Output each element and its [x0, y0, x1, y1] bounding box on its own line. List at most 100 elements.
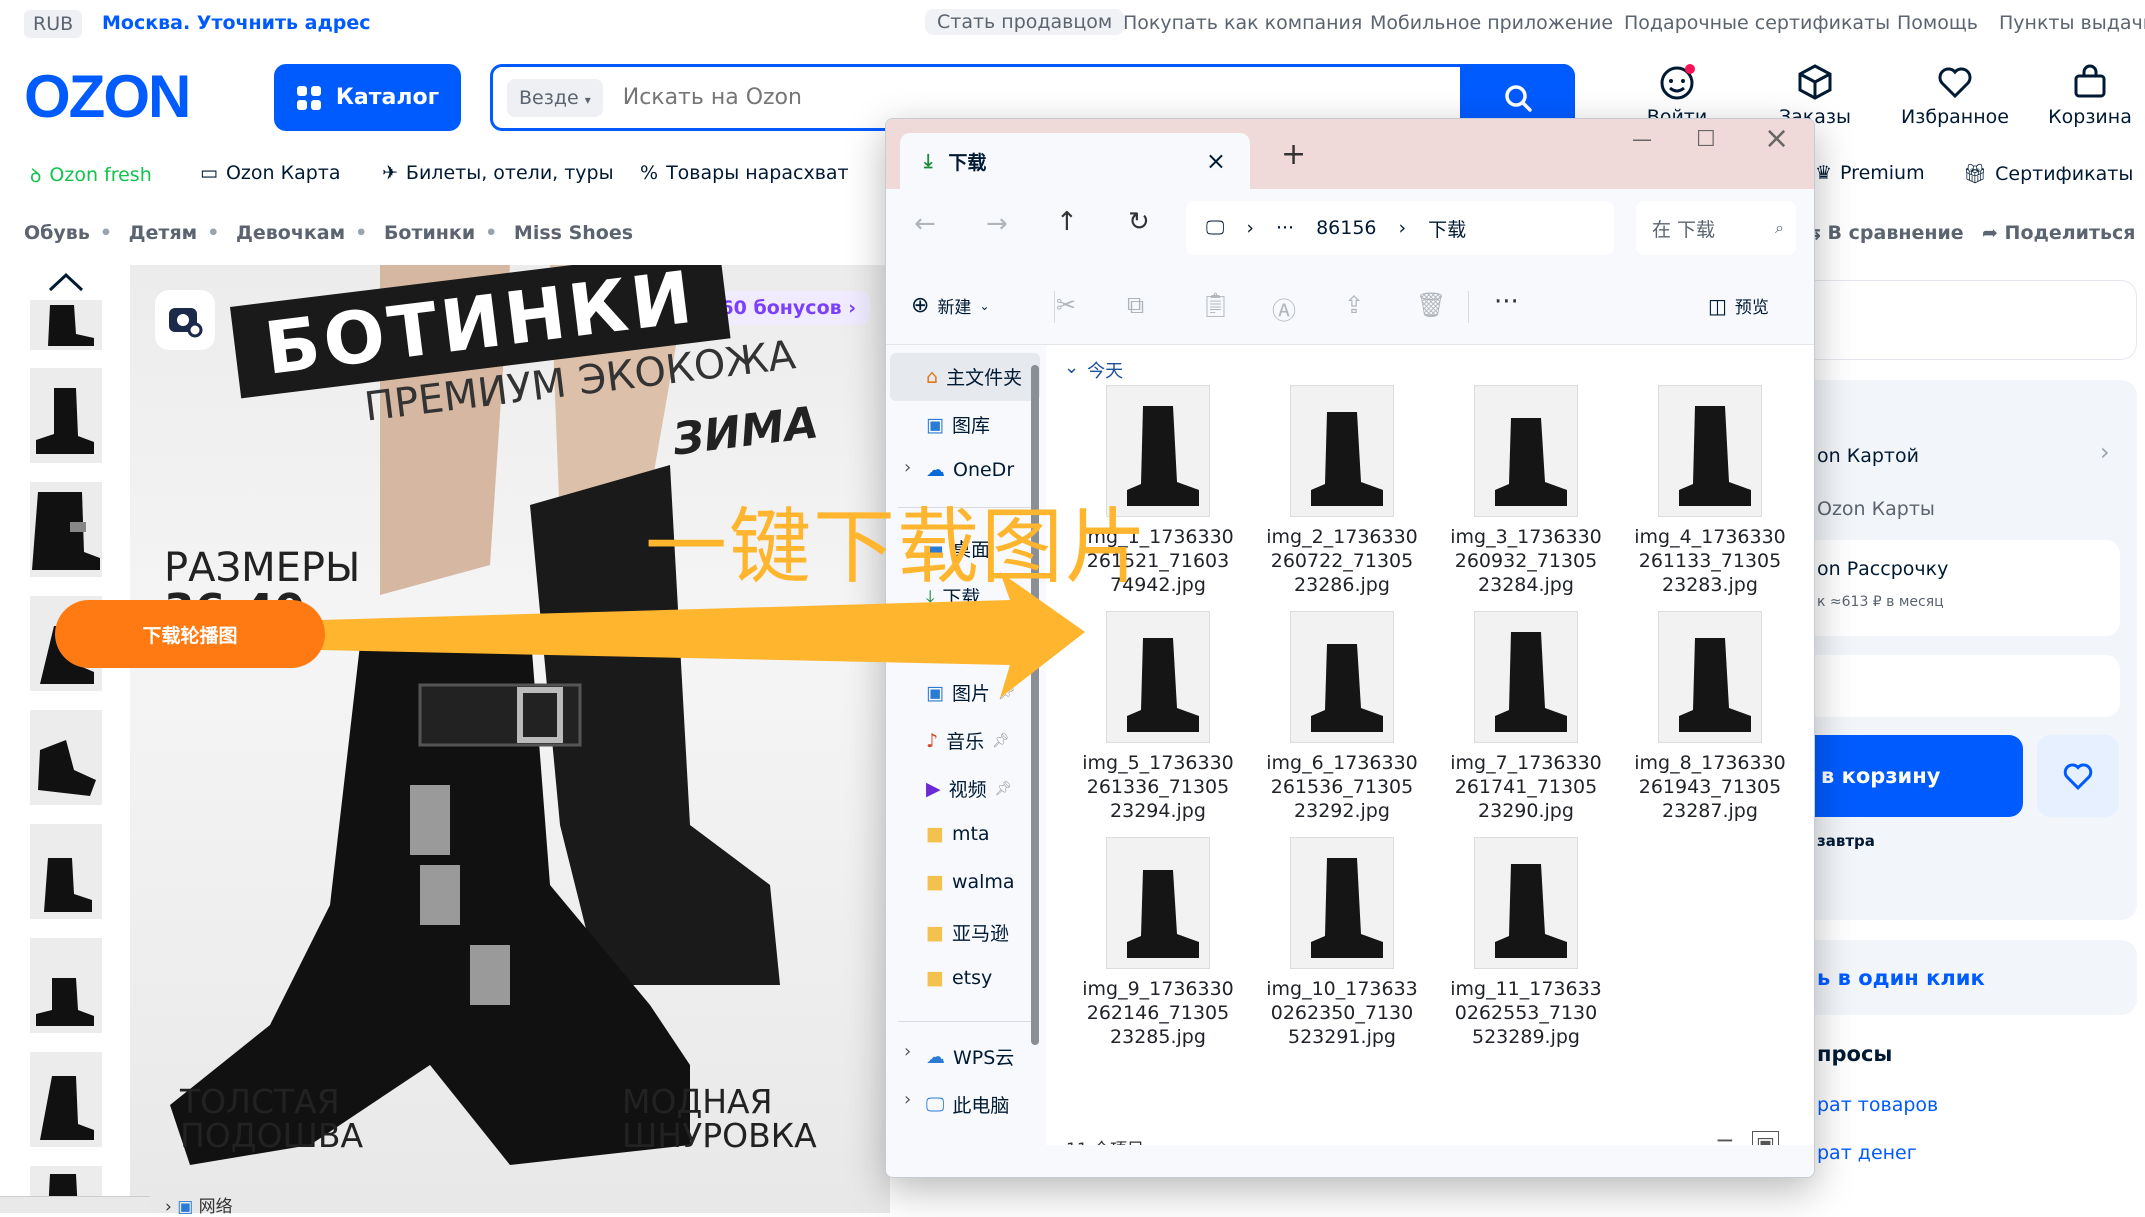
- new-tab-icon[interactable]: +: [1281, 137, 1306, 172]
- breadcrumb-item[interactable]: Детям: [129, 222, 198, 244]
- close-window-icon[interactable]: ×: [1764, 121, 1789, 156]
- breadcrumb-item[interactable]: Обувь: [24, 222, 90, 244]
- favorite-button[interactable]: [2037, 735, 2119, 817]
- nav-wps-cloud[interactable]: ☁ WPS云: [926, 1043, 1014, 1070]
- file-item[interactable]: img_5_1736330 261336_71305 23294.jpg: [1066, 611, 1250, 823]
- file-item[interactable]: img_8_1736330 261943_71305 23287.jpg: [1618, 611, 1802, 823]
- nav-gallery[interactable]: ▣ 图库: [926, 411, 990, 438]
- buy-one-click-button[interactable]: ь в один клик: [1815, 940, 2137, 1015]
- share-icon[interactable]: ⇪: [1344, 291, 1364, 319]
- catalog-button[interactable]: Каталог: [274, 64, 461, 131]
- paste-icon[interactable]: 📋︎: [1200, 291, 1230, 319]
- gallery-thumbnail[interactable]: [30, 482, 102, 577]
- nav-certificates[interactable]: 🎁︎ Сертификаты: [1963, 162, 2133, 186]
- close-tab-icon[interactable]: ×: [1206, 147, 1226, 175]
- search-input[interactable]: [622, 85, 1223, 110]
- file-item[interactable]: img_10_173633 0262350_7130 523291.jpg: [1250, 837, 1434, 1049]
- nav-folder[interactable]: ■ 亚马逊: [926, 919, 1009, 946]
- nav-home[interactable]: ⌂ 主文件夹: [926, 363, 1022, 390]
- gallery-thumbnail[interactable]: [30, 938, 102, 1033]
- city-link[interactable]: Москва. Уточнить адрес: [102, 12, 371, 34]
- mobile-app-link[interactable]: Мобильное приложение: [1370, 12, 1613, 34]
- installment-option[interactable]: on Рассрочку к ≈613 ₽ в месяц: [1815, 540, 2120, 636]
- file-item[interactable]: img_6_1736330 261536_71305 23292.jpg: [1250, 611, 1434, 823]
- chevron-right-icon[interactable]: ›: [904, 1041, 911, 1062]
- maximize-icon[interactable]: ☐: [1696, 127, 1716, 152]
- nav-this-pc[interactable]: 🖵︎ 此电脑: [926, 1091, 1009, 1118]
- explorer-search[interactable]: 在 下载 ⌕: [1636, 201, 1796, 255]
- product-main-image[interactable]: ◉ 160 бонусов › БОТИНКИ ПРЕМИУМ ЭКОКОЖА …: [130, 265, 890, 1213]
- chevron-right-icon[interactable]: ›: [904, 1089, 911, 1110]
- file-item[interactable]: img_2_1736330 260722_71305 23286.jpg: [1250, 385, 1434, 597]
- nav-onedrive[interactable]: ☁ OneDr: [926, 459, 1014, 481]
- nav-pictures[interactable]: ▣ 图片 📌︎: [926, 679, 1016, 706]
- nav-ozon-card[interactable]: ▭ Ozon Карта: [200, 162, 341, 184]
- gift-cards-link[interactable]: Подарочные сертификаты: [1624, 12, 1890, 34]
- nav-network[interactable]: › ▣ 网络: [165, 1192, 233, 1217]
- rename-icon[interactable]: Ⓐ: [1272, 291, 1296, 326]
- minimize-icon[interactable]: —: [1632, 127, 1652, 151]
- nav-folder[interactable]: ■ mta: [926, 823, 990, 845]
- nav-travel[interactable]: ✈ Билеты, отели, туры: [382, 162, 614, 184]
- copy-icon[interactable]: ⧉: [1127, 291, 1144, 319]
- explorer-tab[interactable]: ⤓ 下载 ×: [900, 133, 1250, 189]
- gallery-thumbnail[interactable]: [30, 1052, 102, 1147]
- delete-icon[interactable]: 🗑︎: [1416, 291, 1446, 319]
- pay-with-card-label[interactable]: on Картой: [1817, 445, 1919, 467]
- cart-action[interactable]: Корзина: [2045, 62, 2135, 128]
- file-item[interactable]: img_11_173633 0262553_7130 523289.jpg: [1434, 837, 1618, 1049]
- nav-ozon-fresh[interactable]: ꝺ Ozon fresh: [30, 162, 152, 188]
- file-item[interactable]: img_9_1736330 262146_71305 23285.jpg: [1066, 837, 1250, 1049]
- gallery-thumbnail[interactable]: [30, 368, 102, 463]
- nav-folder[interactable]: ■ etsy: [926, 967, 992, 989]
- breadcrumb-item[interactable]: Miss Shoes: [514, 222, 633, 244]
- chevron-right-icon[interactable]: ›: [904, 457, 911, 478]
- nav-folder[interactable]: ■ walma: [926, 871, 1015, 893]
- pickup-points-link[interactable]: Пункты выдачи: [1999, 12, 2145, 34]
- breadcrumb-separator: •: [355, 222, 368, 244]
- thumbs-up-arrow[interactable]: [48, 272, 84, 296]
- new-button[interactable]: ⊕ 新建 ⌄: [911, 293, 990, 318]
- gallery-thumbnail[interactable]: [30, 710, 102, 805]
- nav-music[interactable]: ♪ 音乐 📌︎: [926, 727, 1010, 754]
- return-money-link[interactable]: рат денег: [1817, 1142, 1917, 1164]
- path-segment[interactable]: 86156: [1316, 217, 1376, 239]
- blank-option[interactable]: [1815, 655, 2120, 717]
- gallery-thumbnail[interactable]: [30, 824, 102, 919]
- nav-premium[interactable]: ♛ Premium: [1815, 162, 1925, 184]
- file-item[interactable]: img_4_1736330 261133_71305 23283.jpg: [1618, 385, 1802, 597]
- more-icon[interactable]: ···: [1494, 287, 1519, 317]
- preview-button[interactable]: ◫ 预览: [1708, 293, 1769, 319]
- breadcrumb-item[interactable]: Девочкам: [236, 222, 345, 244]
- visual-search-button[interactable]: [155, 290, 215, 350]
- currency-selector[interactable]: RUB: [24, 10, 83, 38]
- back-icon[interactable]: ←: [914, 209, 936, 239]
- nav-videos[interactable]: ▶ 视频 📌︎: [926, 775, 1012, 802]
- nav-scrollbar[interactable]: [1031, 365, 1039, 1045]
- refresh-icon[interactable]: ↻: [1128, 207, 1150, 237]
- breadcrumb-item[interactable]: Ботинки: [384, 222, 475, 244]
- business-link[interactable]: Покупать как компания: [1123, 12, 1362, 34]
- up-icon[interactable]: ↑: [1056, 207, 1078, 237]
- address-bar[interactable]: 🖵︎ › ··· 86156 › 下载: [1186, 201, 1614, 255]
- compare-link[interactable]: ⇆ В сравнение: [1805, 222, 1964, 244]
- become-seller-link[interactable]: Стать продавцом: [925, 9, 1125, 35]
- return-goods-link[interactable]: рат товаров: [1817, 1094, 1938, 1116]
- ozon-logo[interactable]: OZON: [24, 63, 220, 130]
- help-link[interactable]: Помощь: [1897, 12, 1978, 34]
- cut-icon[interactable]: ✂: [1056, 291, 1076, 319]
- file-item[interactable]: img_7_1736330 261741_71305 23290.jpg: [1434, 611, 1618, 823]
- forward-icon[interactable]: →: [986, 209, 1008, 239]
- share-link[interactable]: ➦ Поделиться: [1982, 222, 2135, 244]
- chevron-right-icon[interactable]: ›: [2100, 438, 2110, 466]
- search-scope-dropdown[interactable]: Везде ▾: [507, 78, 603, 117]
- favorites-action[interactable]: Избранное: [1895, 62, 2015, 128]
- nav-hot-items[interactable]: % Товары нарасхват: [640, 162, 849, 184]
- gallery-thumbnail[interactable]: [30, 300, 102, 350]
- download-carousel-button[interactable]: 下载轮播图: [55, 600, 325, 668]
- path-segment[interactable]: 下载: [1428, 215, 1466, 242]
- add-to-cart-button[interactable]: в корзину: [1815, 735, 2023, 817]
- group-header[interactable]: ⌄ 今天: [1064, 357, 1123, 383]
- ellipsis-icon[interactable]: ···: [1276, 217, 1294, 239]
- file-item[interactable]: img_3_1736330 260932_71305 23284.jpg: [1434, 385, 1618, 597]
